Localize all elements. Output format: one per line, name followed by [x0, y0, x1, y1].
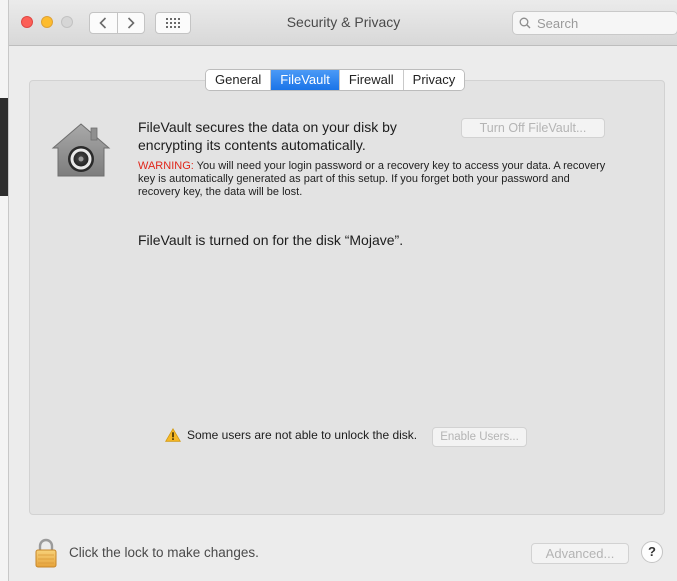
background-window-edge — [0, 0, 8, 581]
tab-privacy[interactable]: Privacy — [402, 70, 465, 90]
tab-bar: General FileVault Firewall Privacy — [205, 69, 466, 91]
titlebar: Security & Privacy — [9, 0, 677, 46]
warning-label: WARNING: — [138, 160, 194, 172]
warning-message: WARNING: You will need your login passwo… — [138, 160, 608, 199]
users-warning-text: Some users are not able to unlock the di… — [187, 428, 418, 442]
tab-firewall[interactable]: Firewall — [338, 70, 403, 90]
turn-off-filevault-button[interactable]: Turn Off FileVault... — [461, 118, 605, 138]
search-input[interactable] — [535, 14, 665, 32]
tab-general[interactable]: General — [206, 70, 271, 90]
users-warning: Some users are not able to unlock the di… — [165, 428, 417, 442]
enable-users-button[interactable]: Enable Users... — [432, 427, 527, 447]
filevault-safe-icon — [51, 123, 111, 177]
advanced-button[interactable]: Advanced... — [531, 543, 629, 564]
search-field[interactable] — [512, 11, 677, 35]
search-icon — [519, 17, 531, 29]
warning-text: You will need your login password or a r… — [138, 160, 606, 198]
filevault-description: FileVault secures the data on your disk … — [138, 119, 397, 153]
warning-triangle-icon — [165, 428, 181, 442]
lock-message: Click the lock to make changes. — [69, 545, 259, 560]
background-window-dark-region — [0, 98, 8, 196]
tab-filevault[interactable]: FileVault — [270, 70, 339, 90]
lock-icon[interactable] — [35, 538, 57, 568]
security-privacy-window: Security & Privacy General FileVault Fir… — [8, 0, 677, 581]
filevault-status: FileVault is turned on for the disk “Moj… — [138, 232, 404, 248]
help-button[interactable]: ? — [641, 541, 663, 563]
